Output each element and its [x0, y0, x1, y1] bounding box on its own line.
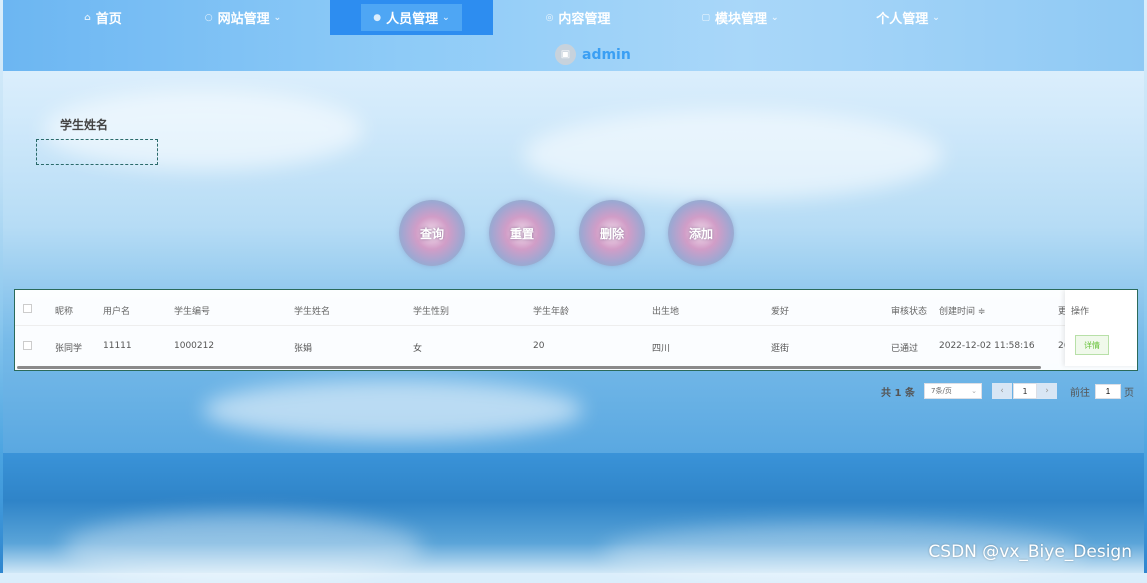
nav-label: 模块管理 — [714, 12, 767, 27]
cell-hobby: 逛街 — [771, 344, 790, 354]
nav-item-module[interactable]: ▢ 模块管理 ⌄ — [675, 0, 805, 35]
prev-page-button[interactable]: ‹ — [992, 383, 1012, 399]
sortable-column-header[interactable]: 创建时间 ≑ — [939, 304, 985, 317]
nav-label: 人员管理 — [386, 12, 439, 27]
page-number-current[interactable]: 1 — [1013, 383, 1037, 399]
pagination-total: 共 1 条 — [881, 388, 915, 399]
chevron-down-icon: ⌄ — [442, 12, 450, 23]
user-menu[interactable]: ▣ admin — [555, 44, 631, 65]
cell-status: 已通过 — [891, 344, 919, 354]
goto-prefix: 前往 — [1070, 388, 1090, 399]
content-icon: ◎ — [545, 12, 554, 23]
watermark: CSDN @vx_Biye_Design — [928, 542, 1132, 562]
cell-created: 2022-12-02 11:58:16 — [939, 341, 1035, 351]
column-header: 出生地 — [652, 307, 680, 317]
cell-name: 张娟 — [294, 344, 313, 354]
top-nav: ⌂ 首页 ○ 网站管理 ⌄ ● 人员管理 ⌄ ◎ 内容管理 ▢ 模块管理 ⌄ 个… — [3, 0, 1144, 71]
chevron-right-icon: › — [1045, 386, 1049, 396]
student-name-input[interactable] — [36, 139, 158, 165]
avatar: ▣ — [555, 44, 576, 65]
row-checkbox[interactable] — [23, 341, 32, 350]
user-icon: ● — [373, 12, 382, 23]
column-header: 昵称 — [55, 307, 74, 317]
nav-label: 首页 — [95, 12, 122, 27]
sort-icon[interactable]: ≑ — [978, 307, 986, 317]
column-header: 学生姓名 — [294, 307, 331, 317]
goto-page-input[interactable] — [1095, 384, 1121, 399]
column-header: 学生年龄 — [533, 307, 570, 317]
detail-button[interactable]: 详情 — [1075, 335, 1109, 355]
chevron-down-icon: ⌄ — [770, 12, 779, 23]
page-size-value: 7条/页 — [931, 387, 952, 395]
globe-icon: ○ — [204, 12, 213, 23]
nav-item-people[interactable]: ● 人员管理 ⌄ — [330, 0, 493, 35]
cell-nickname: 张同学 — [55, 344, 83, 354]
horizontal-scrollbar[interactable] — [17, 366, 1041, 369]
username: admin — [582, 46, 631, 63]
search-label: 学生姓名 — [60, 118, 109, 132]
chevron-down-icon: ⌄ — [273, 12, 282, 23]
query-button[interactable]: 查询 — [399, 200, 465, 266]
reset-button[interactable]: 重置 — [489, 200, 555, 266]
cell-age: 20 — [533, 341, 545, 351]
nav-item-personal[interactable]: 个人管理 ⌄ — [843, 0, 973, 35]
cell-username: 11111 — [103, 341, 132, 351]
nav-label: 个人管理 — [876, 12, 929, 27]
chevron-down-icon: ⌄ — [971, 387, 977, 395]
cell-student-no: 1000212 — [174, 341, 215, 351]
nav-item-site[interactable]: ○ 网站管理 ⌄ — [178, 0, 308, 35]
chevron-left-icon: ‹ — [1000, 386, 1004, 396]
column-header: 学生性别 — [413, 307, 450, 317]
column-header: 创建时间 — [939, 307, 976, 317]
column-header: 学生编号 — [174, 307, 211, 317]
add-button[interactable]: 添加 — [668, 200, 734, 266]
column-header: 爱好 — [771, 307, 790, 317]
nav-label: 网站管理 — [217, 12, 270, 27]
page-size-select[interactable]: 7条/页 ⌄ — [924, 383, 982, 399]
cloud-decor — [523, 110, 943, 200]
nav-item-home[interactable]: ⌂ 首页 — [43, 0, 163, 35]
delete-button[interactable]: 删除 — [579, 200, 645, 266]
nav-item-content[interactable]: ◎ 内容管理 — [513, 0, 643, 35]
next-page-button[interactable]: › — [1037, 383, 1057, 399]
goto-suffix: 页 — [1124, 388, 1134, 399]
cloud-decor — [203, 380, 583, 440]
column-header: 审核状态 — [891, 307, 928, 317]
chevron-down-icon: ⌄ — [932, 12, 940, 23]
module-icon: ▢ — [701, 12, 710, 23]
row-divider — [15, 325, 1137, 326]
cell-birthplace: 四川 — [652, 344, 671, 354]
select-all-checkbox[interactable] — [23, 304, 32, 313]
home-icon: ⌂ — [84, 12, 91, 23]
cell-gender: 女 — [413, 344, 423, 354]
nav-label: 内容管理 — [558, 12, 611, 27]
column-header: 用户名 — [103, 307, 131, 317]
column-header: 操作 — [1071, 307, 1090, 317]
data-table: 昵称 用户名 学生编号 学生姓名 学生性别 学生年龄 出生地 爱好 审核状态 创… — [14, 289, 1138, 371]
